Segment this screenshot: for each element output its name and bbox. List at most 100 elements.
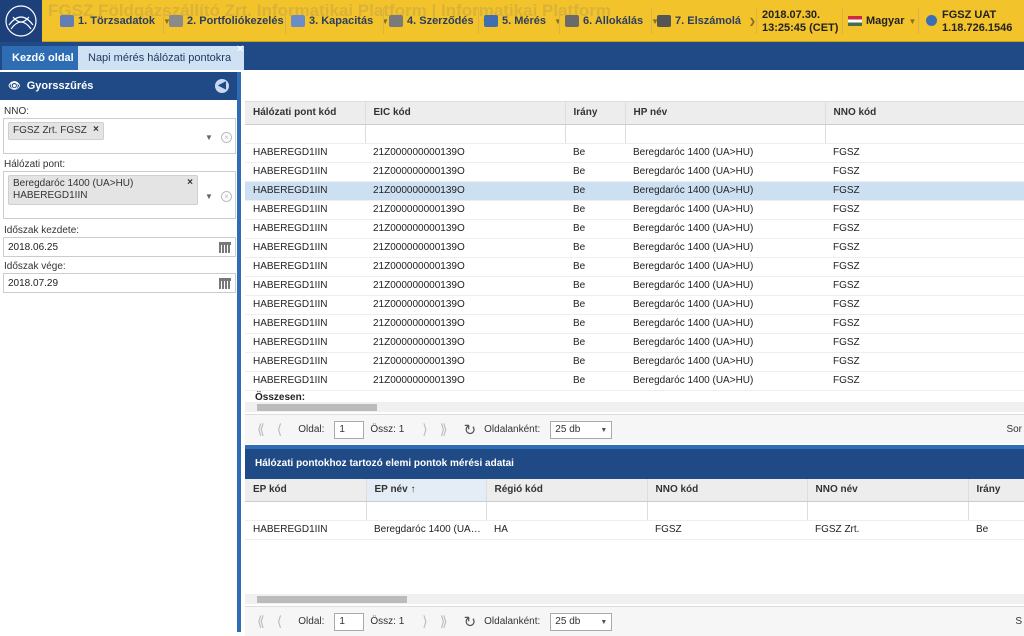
remove-chip-icon[interactable]: × bbox=[187, 177, 193, 189]
table-row[interactable]: HABEREGD1IIN 21Z000000000139O Be Beregdaróc… bbox=[245, 219, 1024, 239]
menu-5[interactable]: 5. Mérés ▼ bbox=[484, 0, 562, 42]
column-filter-input[interactable] bbox=[486, 501, 648, 521]
column-filter-input[interactable] bbox=[245, 124, 366, 144]
table-cell: 21Z000000000139O bbox=[365, 200, 565, 220]
table-row[interactable]: HABEREGD1IIN 21Z000000000139O Be Beregdaróc… bbox=[245, 181, 1024, 201]
column-header[interactable]: EP kód bbox=[245, 479, 367, 502]
column-filter-input[interactable] bbox=[366, 501, 487, 521]
page-input[interactable]: 1 bbox=[334, 612, 365, 631]
menu-7[interactable]: 7. Elszámolá ❯ bbox=[657, 0, 756, 42]
table-row[interactable]: HABEREGD1IIN 21Z000000000139O Be Beregdaróc… bbox=[245, 143, 1024, 163]
tab-daily-measurement[interactable]: Napi mérés hálózati pontokra bbox=[78, 46, 244, 70]
table-row[interactable]: HABEREGD1IIN 21Z000000000139O Be Beregdaróc… bbox=[245, 276, 1024, 296]
refresh-icon[interactable]: ↻ bbox=[464, 613, 477, 631]
chevron-down-icon[interactable]: ▼ bbox=[205, 133, 213, 142]
nno-select[interactable]: FGSZ Zrt. FGSZ × ▼ × bbox=[3, 118, 236, 154]
period-end-field[interactable]: 2018.07.29 bbox=[3, 273, 236, 293]
fgsz-logo[interactable] bbox=[0, 0, 42, 42]
horizontal-scrollbar[interactable] bbox=[245, 594, 1024, 604]
scrollbar-thumb[interactable] bbox=[257, 404, 377, 411]
clear-icon[interactable]: × bbox=[221, 132, 232, 143]
column-filter-input[interactable] bbox=[807, 501, 969, 521]
menu-6[interactable]: 6. Allokálás ▼ bbox=[565, 0, 659, 42]
table-cell: Be bbox=[565, 238, 625, 258]
period-end-value: 2018.07.29 bbox=[8, 278, 59, 289]
prev-page-icon[interactable]: ⟨ bbox=[277, 613, 282, 630]
user-icon[interactable] bbox=[926, 15, 937, 26]
close-tab-icon[interactable]: ✕ bbox=[236, 44, 244, 55]
table-cell: Be bbox=[565, 314, 625, 334]
table-cell: FGSZ Zrt. bbox=[807, 520, 968, 540]
column-header[interactable]: NNO név bbox=[807, 479, 969, 502]
language-selector[interactable]: Magyar ▼ bbox=[848, 15, 916, 27]
collapse-icon[interactable]: ◀ bbox=[215, 79, 229, 93]
calendar-icon[interactable] bbox=[219, 242, 231, 253]
menu-separator bbox=[651, 8, 652, 34]
table-row[interactable]: HABEREGD1IIN 21Z000000000139O Be Beregdaróc… bbox=[245, 257, 1024, 277]
column-filter-input[interactable] bbox=[825, 124, 1024, 144]
column-header[interactable]: Régió kód bbox=[486, 479, 648, 502]
first-page-icon[interactable]: ⟪ bbox=[257, 613, 265, 630]
column-filter-input[interactable] bbox=[245, 501, 367, 521]
scrollbar-thumb[interactable] bbox=[257, 596, 407, 603]
table-cell: Beregdaróc 1400 (UA>HU) bbox=[625, 200, 825, 220]
environment-info: FGSZ UAT 1.18.726.1546 bbox=[942, 9, 1012, 35]
table-row[interactable]: HABEREGD1IIN 21Z000000000139O Be Beregdaróc… bbox=[245, 295, 1024, 315]
last-page-icon[interactable]: ⟫ bbox=[440, 613, 448, 630]
table-row[interactable]: HABEREGD1IIN 21Z000000000139O Be Beregdaróc… bbox=[245, 371, 1024, 391]
column-header[interactable]: NNO kód bbox=[647, 479, 808, 502]
column-filter-input[interactable] bbox=[968, 501, 1024, 521]
table-row[interactable]: HABEREGD1IIN 21Z000000000139O Be Beregdaróc… bbox=[245, 162, 1024, 182]
clear-icon[interactable]: × bbox=[221, 191, 232, 202]
remove-chip-icon[interactable]: × bbox=[93, 124, 99, 136]
refresh-icon[interactable]: ↻ bbox=[464, 421, 477, 439]
last-page-icon[interactable]: ⟫ bbox=[440, 421, 448, 438]
next-page-icon[interactable]: ⟩ bbox=[422, 613, 427, 630]
table-row[interactable]: HABEREGD1IIN 21Z000000000139O Be Beregdaróc… bbox=[245, 200, 1024, 220]
per-page-label: Oldalanként: bbox=[484, 424, 541, 435]
next-page-icon[interactable]: ⟩ bbox=[422, 421, 427, 438]
table-cell: HABEREGD1IIN bbox=[245, 257, 365, 277]
tab-home[interactable]: Kezdő oldal bbox=[2, 46, 84, 70]
table-cell: Be bbox=[565, 295, 625, 315]
column-header[interactable]: EP név ↑ bbox=[366, 479, 487, 502]
table-row[interactable]: HABEREGD1IIN 21Z000000000139O Be Beregdaróc… bbox=[245, 333, 1024, 353]
table-cell: 21Z000000000139O bbox=[365, 352, 565, 372]
page-input[interactable]: 1 bbox=[334, 420, 365, 439]
menu-1[interactable]: 1. Törzsadatok ▼ bbox=[60, 0, 171, 42]
column-filter-input[interactable] bbox=[625, 124, 826, 144]
per-page-select[interactable]: 25 db bbox=[550, 420, 613, 439]
table-row[interactable]: HABEREGD1IIN 21Z000000000139O Be Beregdaróc… bbox=[245, 238, 1024, 258]
menu-2[interactable]: 2. Portfoliókezelés▼ bbox=[169, 0, 300, 42]
column-header[interactable]: Irány bbox=[968, 479, 1024, 502]
table-cell: HABEREGD1IIN bbox=[245, 371, 365, 391]
period-start-field[interactable]: 2018.06.25 bbox=[3, 237, 236, 257]
per-page-select[interactable]: 25 db bbox=[550, 612, 613, 631]
column-filter-input[interactable] bbox=[565, 124, 626, 144]
menu-label: 7. Elszámolá bbox=[675, 15, 742, 27]
chevron-down-icon: ▼ bbox=[908, 16, 917, 26]
first-page-icon[interactable]: ⟪ bbox=[257, 421, 265, 438]
column-filter-input[interactable] bbox=[647, 501, 808, 521]
table-row[interactable]: HABEREGD1IIN Beregdaróc 1400 (UA… HA FGSZ FG… bbox=[245, 520, 1024, 540]
column-filter-input[interactable] bbox=[365, 124, 566, 144]
prev-page-icon[interactable]: ⟨ bbox=[277, 421, 282, 438]
column-header[interactable]: EIC kód bbox=[365, 102, 566, 125]
table-cell: Be bbox=[565, 162, 625, 182]
table-row[interactable]: HABEREGD1IIN 21Z000000000139O Be Beregdaróc… bbox=[245, 314, 1024, 334]
table-row[interactable]: HABEREGD1IIN 21Z000000000139O Be Beregdaróc… bbox=[245, 352, 1024, 372]
calendar-icon[interactable] bbox=[219, 278, 231, 289]
column-header[interactable]: Hálózati pont kód bbox=[245, 102, 366, 125]
network-point-select[interactable]: Beregdaróc 1400 (UA>HU) HABEREGD1IIN × ▼… bbox=[3, 171, 236, 219]
menu-3[interactable]: 3. Kapacitás ▼ bbox=[291, 0, 389, 42]
column-header[interactable]: Irány bbox=[565, 102, 626, 125]
column-header[interactable]: NNO kód bbox=[825, 102, 1024, 125]
column-header[interactable]: HP név bbox=[625, 102, 826, 125]
chevron-down-icon[interactable]: ▼ bbox=[205, 192, 213, 201]
folder-icon bbox=[60, 15, 74, 27]
contract-icon bbox=[389, 15, 403, 27]
menu-4[interactable]: 4. Szerződés▼ bbox=[389, 0, 490, 42]
table-cell: Be bbox=[565, 200, 625, 220]
horizontal-scrollbar[interactable] bbox=[245, 402, 1024, 412]
table-cell: FGSZ bbox=[825, 333, 1024, 353]
